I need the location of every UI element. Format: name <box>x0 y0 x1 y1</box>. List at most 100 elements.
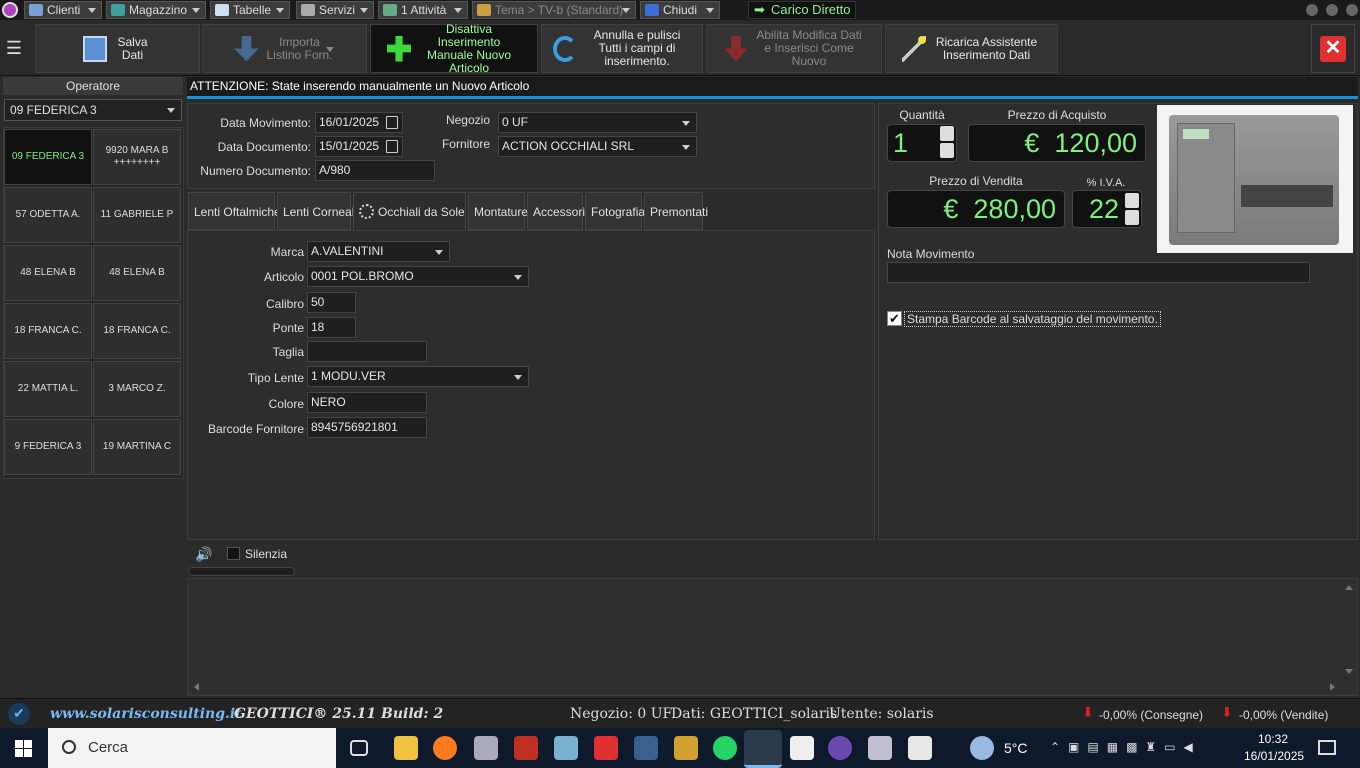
salva-dati-button[interactable]: Salva Dati <box>35 24 200 73</box>
task-view-icon[interactable] <box>350 740 368 756</box>
prezzo-vendita-field[interactable]: € 280,00 <box>887 190 1065 228</box>
silenzia-checkbox[interactable] <box>227 547 240 560</box>
checkmark-icon: ✔ <box>8 703 30 725</box>
solitaire-icon[interactable] <box>790 736 814 760</box>
operator-button[interactable]: 11 GABRIELE P <box>93 187 181 243</box>
vs-icon[interactable] <box>828 736 852 760</box>
stampa-barcode-label[interactable]: Stampa Barcode al salvataggio del movime… <box>904 311 1161 327</box>
notepad-icon[interactable] <box>908 736 932 760</box>
scroll-right-icon[interactable] <box>1330 683 1335 691</box>
disattiva-inserimento-button[interactable]: Disattiva Inserimento Manuale Nuovo Arti… <box>370 22 538 74</box>
operator-button[interactable]: 9 FEDERICA 3 <box>4 419 92 475</box>
barcode-fornitore-field[interactable]: 8945756921801 <box>307 417 427 438</box>
calibro-field[interactable]: 50 <box>307 292 356 313</box>
app-icon[interactable] <box>868 736 892 760</box>
operator-select[interactable]: 09 FEDERICA 3 <box>4 99 182 121</box>
operator-button[interactable]: 09 FEDERICA 3 <box>4 129 92 185</box>
menu-chiudi[interactable]: Chiudi <box>640 1 720 19</box>
operator-button[interactable]: 22 MATTIA L. <box>4 361 92 417</box>
spin-up-icon[interactable] <box>940 126 954 141</box>
operator-button[interactable]: 18 FRANCA C. <box>4 303 92 359</box>
close-window-button[interactable]: ✕ <box>1311 24 1355 73</box>
carico-diretto-label[interactable]: ➡ Carico Diretto <box>748 1 856 19</box>
filezilla-icon[interactable] <box>514 736 538 760</box>
sql-icon[interactable] <box>634 736 658 760</box>
menu-servizi[interactable]: Servizi <box>296 1 374 19</box>
colore-field[interactable]: NERO <box>307 392 427 413</box>
notifications-icon[interactable] <box>1318 740 1336 755</box>
tipo-lente-select[interactable]: 1 MODU.VER <box>307 366 529 387</box>
whatsapp-icon[interactable] <box>713 736 737 760</box>
menu-attivita[interactable]: 1 Attività <box>378 1 468 19</box>
ricarica-assistente-button[interactable]: Ricarica Assistente Inserimento Dati <box>885 24 1058 73</box>
operator-button[interactable]: 57 ODETTA A. <box>4 187 92 243</box>
spin-up-icon[interactable] <box>1125 193 1139 208</box>
scroll-left-icon[interactable] <box>194 683 199 691</box>
nota-movimento-label: Nota Movimento <box>887 247 975 261</box>
tab-accessori[interactable]: Accessori <box>527 192 585 230</box>
minimize-icon[interactable] <box>1306 4 1318 16</box>
magic-wand-icon <box>901 35 926 62</box>
taglia-field[interactable] <box>307 341 427 362</box>
clock-date[interactable]: 16/01/2025 <box>1244 749 1304 763</box>
tab-premontati[interactable]: Premontati <box>644 192 708 230</box>
weather-temp[interactable]: 5°C <box>1004 740 1028 756</box>
firefox-icon[interactable] <box>433 736 457 760</box>
numero-documento-field[interactable]: A/980 <box>315 160 435 181</box>
maximize-icon[interactable] <box>1326 4 1338 16</box>
status-utente: Utente: solaris <box>829 706 934 722</box>
speaker-icon[interactable]: 🔊 <box>195 546 217 562</box>
scroll-up-icon[interactable] <box>1345 585 1353 590</box>
abilita-modifica-button[interactable]: Abilita Modifica Dati e Inserisci Come N… <box>706 24 882 73</box>
tray-icons[interactable]: ⌃▣▤▦▩♜▭◀ <box>1050 740 1236 756</box>
operator-button[interactable]: 18 FRANCA C. <box>93 303 181 359</box>
menu-magazzino[interactable]: Magazzino <box>106 1 206 19</box>
negozio-select[interactable]: 0 UF <box>498 112 697 133</box>
menu-tema[interactable]: Tema > TV-b (Standard) <box>472 1 636 19</box>
hamburger-menu-button[interactable]: ☰ <box>3 24 25 73</box>
nota-movimento-field[interactable] <box>887 262 1310 283</box>
annulla-pulisci-button[interactable]: Annulla e pulisci Tutti i campi di inser… <box>541 24 703 73</box>
log-area[interactable] <box>187 578 1358 696</box>
stampa-barcode-checkbox[interactable]: ✔ <box>887 311 902 326</box>
windows-start-icon[interactable] <box>15 740 32 757</box>
marca-select[interactable]: A.VALENTINI <box>307 241 450 262</box>
spin-down-icon[interactable] <box>940 143 954 158</box>
importa-listino-button[interactable]: Importa Listino Forn. <box>202 24 367 73</box>
scroll-down-icon[interactable] <box>1345 669 1353 674</box>
menu-tabelle[interactable]: Tabelle <box>210 1 290 19</box>
tab-montature[interactable]: Montature <box>468 192 528 230</box>
operator-button[interactable]: 48 ELENA B <box>4 245 92 301</box>
data-documento-field[interactable]: 15/01/2025 <box>315 136 403 157</box>
website-link[interactable]: www.solarisconsulting.it <box>50 706 242 722</box>
app-logo-icon[interactable] <box>2 2 18 18</box>
ponte-field[interactable]: 18 <box>307 317 356 338</box>
clock-time[interactable]: 10:32 <box>1258 732 1288 746</box>
restore-icon[interactable] <box>1346 4 1358 16</box>
prezzo-acquisto-field[interactable]: € 120,00 <box>968 124 1146 162</box>
calendar-icon[interactable] <box>386 116 398 129</box>
iva-label: % I.V.A. <box>1086 177 1126 189</box>
operator-button[interactable]: 19 MARTINA C <box>93 419 181 475</box>
anydesk-icon[interactable] <box>594 736 618 760</box>
calendar-icon[interactable] <box>386 140 398 153</box>
taskbar-search-input[interactable]: Cerca <box>48 728 336 768</box>
geottici-taskbar-icon[interactable] <box>744 730 782 768</box>
app-icon[interactable] <box>554 736 578 760</box>
calculator-icon[interactable] <box>474 736 498 760</box>
tab-lenti-corneali[interactable]: Lenti Corneali <box>277 192 357 230</box>
tab-occhiali-da-sole[interactable]: Occhiali da Sole <box>353 192 466 230</box>
operator-button[interactable]: 3 MARCO Z. <box>93 361 181 417</box>
users-icon[interactable] <box>674 736 698 760</box>
file-explorer-icon[interactable] <box>394 736 418 760</box>
spin-down-icon[interactable] <box>1125 210 1139 225</box>
articolo-select[interactable]: 0001 POL.BROMO <box>307 266 529 287</box>
tab-fotografia[interactable]: Fotografia <box>585 192 645 230</box>
fornitore-select[interactable]: ACTION OCCHIALI SRL <box>498 136 697 157</box>
weather-icon <box>970 736 994 760</box>
data-movimento-field[interactable]: 16/01/2025 <box>315 112 403 133</box>
tab-lenti-oftalmiche[interactable]: Lenti Oftalmiche <box>188 192 281 230</box>
operator-button[interactable]: 48 ELENA B <box>93 245 181 301</box>
menu-clienti[interactable]: Clienti <box>24 1 102 19</box>
operator-button[interactable]: 9920 MARA B ++++++++ <box>93 129 181 185</box>
